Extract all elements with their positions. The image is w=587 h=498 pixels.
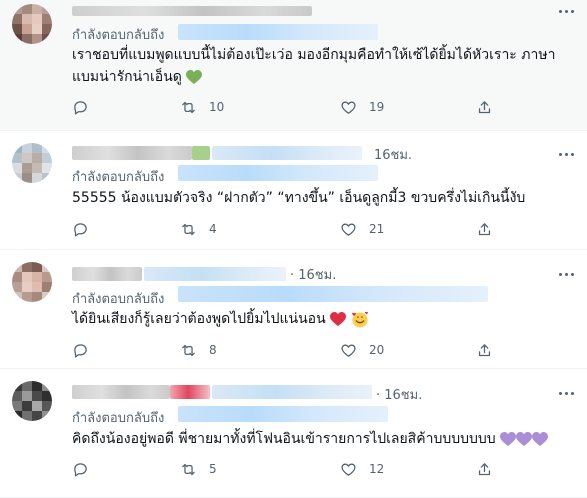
reply-button[interactable] [72,340,101,360]
reply-button[interactable] [72,219,101,239]
replying-to-label: กำลังตอบกลับถึง [72,170,165,185]
avatar[interactable] [12,381,52,421]
retweet-icon [182,463,195,475]
reply-icon [74,462,87,477]
tweet-actions: 4 21 [72,219,512,239]
reply-icon [74,222,87,237]
replying-to-handle-redacted[interactable] [178,286,488,302]
share-button[interactable] [476,97,493,117]
replying-to-handle-redacted[interactable] [178,165,378,181]
reply-tweet-3[interactable]: · 16ชม. กำลังตอบกลับถึง ได้ยินเสียงก็รู้… [0,250,587,369]
author-name-redacted[interactable] [72,385,170,399]
author-handle-redacted[interactable] [212,385,372,399]
tweet-actions: 5 12 [72,459,512,479]
tweet-timestamp[interactable]: 16ชม. [374,144,412,165]
retweet-button[interactable]: 4 [180,219,217,239]
share-icon [478,100,491,113]
more-options-icon[interactable] [557,4,577,18]
retweet-icon [182,223,195,235]
author-badge-redacted [170,385,210,399]
tweet-actions: 10 19 [72,97,512,117]
retweet-button[interactable]: 8 [180,340,217,360]
reply-button[interactable] [72,97,101,117]
replying-to: กำลังตอบกลับถึง [72,407,164,428]
tweet-timestamp[interactable]: · 16ชม. [290,264,336,285]
replying-to: กำลังตอบกลับถึง [72,24,164,45]
more-options-icon[interactable] [557,147,577,161]
purple-heart-icon [516,431,533,446]
like-button[interactable]: 20 [340,340,384,360]
retweet-icon [182,101,195,113]
author-name-redacted[interactable] [72,267,142,281]
reply-tweet-4[interactable]: · 16ชม. กำลังตอบกลับถึง คิดถึงน้องอยู่พอ… [0,369,587,498]
tweet-text: เราชอบที่แบมพูดแบบนี้ไม่ต้องเป๊ะเว่อ มอง… [72,47,556,85]
like-button[interactable]: 21 [340,219,384,239]
like-button[interactable]: 19 [340,97,384,117]
purple-heart-icon [532,431,549,446]
avatar[interactable] [12,4,52,44]
heart-icon [341,223,356,236]
tweet-timestamp[interactable]: · 16ชม. [376,384,422,405]
like-button[interactable]: 12 [340,459,384,479]
replying-to: กำลังตอบกลับถึง [72,288,164,309]
share-button[interactable] [476,459,493,479]
smiling-face-with-hearts-icon [351,311,368,328]
tweet-text: คิดถึงน้องอยู่พอดี พี่ชายมาทั้งที่โฟนอิน… [72,428,573,450]
heart-icon [341,344,356,357]
share-button[interactable] [476,340,493,360]
reply-icon [74,343,87,358]
tweet-text: ได้ยินเสียงก็รู้เลยว่าต้องพูดไปยิ้มไปแน่… [72,308,573,330]
avatar[interactable] [12,143,52,183]
green-heart-icon [186,69,203,84]
author-handle-redacted[interactable] [212,146,362,160]
heart-icon [341,101,356,114]
heart-icon [341,463,356,476]
share-icon [478,343,491,356]
retweet-icon [182,344,195,356]
author-handle-redacted[interactable] [144,267,286,281]
avatar[interactable] [12,262,52,302]
more-options-icon[interactable] [557,386,577,400]
author-name-redacted[interactable] [72,6,312,16]
retweet-button[interactable]: 10 [180,97,224,117]
author-badge-redacted [192,146,210,160]
purple-heart-icon [500,431,517,446]
reply-tweet-2[interactable]: 16ชม. กำลังตอบกลับถึง 55555 น้องแบมตัวจร… [0,131,587,250]
more-options-icon[interactable] [557,267,577,281]
retweet-button[interactable]: 5 [180,459,217,479]
replying-to-label: กำลังตอบกลับถึง [72,411,165,426]
tweet-actions: 8 20 [72,340,512,360]
share-button[interactable] [476,219,493,239]
author-name-redacted[interactable] [72,146,192,160]
replying-to-label: กำลังตอบกลับถึง [72,28,165,43]
share-icon [478,222,491,235]
tweet-text: 55555 น้องแบมตัวจริง “ฝากตัว” “ทางขึ้น” … [72,190,526,206]
replying-to-label: กำลังตอบกลับถึง [72,292,165,307]
reply-icon [74,100,87,115]
red-heart-icon [330,311,347,326]
reply-tweet-1[interactable]: กำลังตอบกลับถึง เราชอบที่แบมพูดแบบนี้ไม่… [0,0,587,131]
replying-to-handle-redacted[interactable] [178,406,388,422]
replying-to: กำลังตอบกลับถึง [72,166,164,187]
share-icon [478,462,491,475]
reply-button[interactable] [72,459,101,479]
replying-to-handle-redacted[interactable] [178,24,378,40]
